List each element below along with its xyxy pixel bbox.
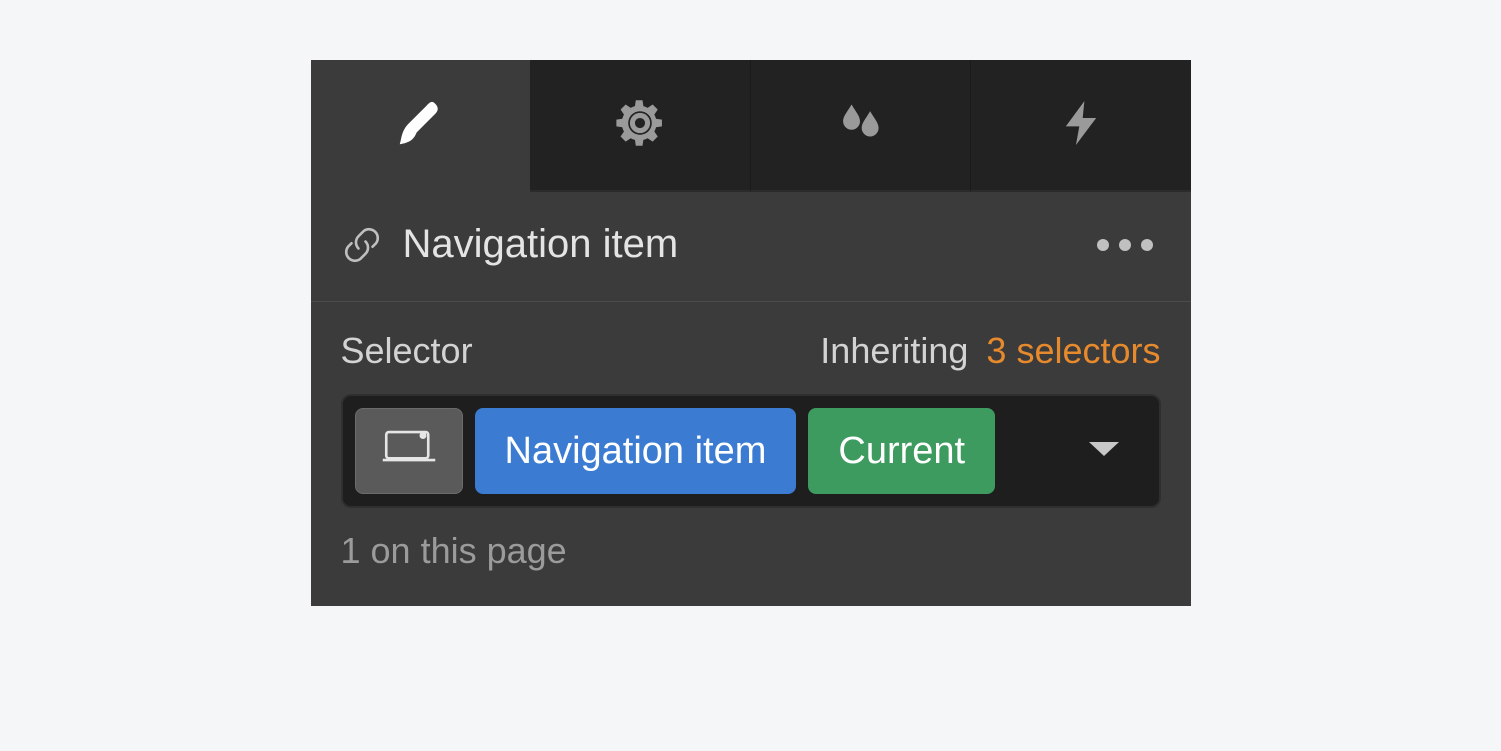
selected-element-row: Navigation item — [311, 192, 1191, 302]
element-more-button[interactable] — [1089, 231, 1161, 259]
bolt-icon — [1054, 96, 1108, 155]
tab-effects[interactable] — [750, 60, 971, 192]
selector-count-line: 1 on this page — [341, 530, 1161, 572]
link-icon — [341, 224, 383, 266]
chevron-down-icon — [1087, 438, 1121, 465]
breakpoint-chip[interactable] — [355, 408, 463, 494]
droplets-icon — [833, 96, 887, 155]
desktop-icon — [381, 425, 437, 477]
dots-icon — [1141, 239, 1153, 251]
tab-style[interactable] — [311, 60, 531, 192]
selector-input[interactable]: Navigation item Current — [341, 394, 1161, 508]
selector-heading-row: Selector Inheriting 3 selectors — [341, 330, 1161, 372]
state-chip[interactable]: Current — [808, 408, 995, 494]
dots-icon — [1097, 239, 1109, 251]
tab-interactions[interactable] — [970, 60, 1191, 192]
panel-tabs — [311, 60, 1191, 192]
inheriting-summary: Inheriting 3 selectors — [820, 330, 1160, 372]
selector-dropdown[interactable] — [1061, 408, 1147, 494]
style-panel: Navigation item Selector Inheriting 3 se… — [311, 60, 1191, 606]
gear-icon — [613, 96, 667, 155]
selected-element-label: Navigation item — [403, 222, 1089, 267]
class-chip[interactable]: Navigation item — [475, 408, 797, 494]
selector-section: Selector Inheriting 3 selectors — [311, 302, 1191, 606]
inheriting-count-link[interactable]: 3 selectors — [986, 330, 1160, 371]
selector-heading: Selector — [341, 330, 473, 372]
inheriting-label: Inheriting — [820, 330, 968, 371]
dots-icon — [1119, 239, 1131, 251]
tab-settings[interactable] — [530, 60, 750, 192]
brush-icon — [393, 97, 447, 156]
